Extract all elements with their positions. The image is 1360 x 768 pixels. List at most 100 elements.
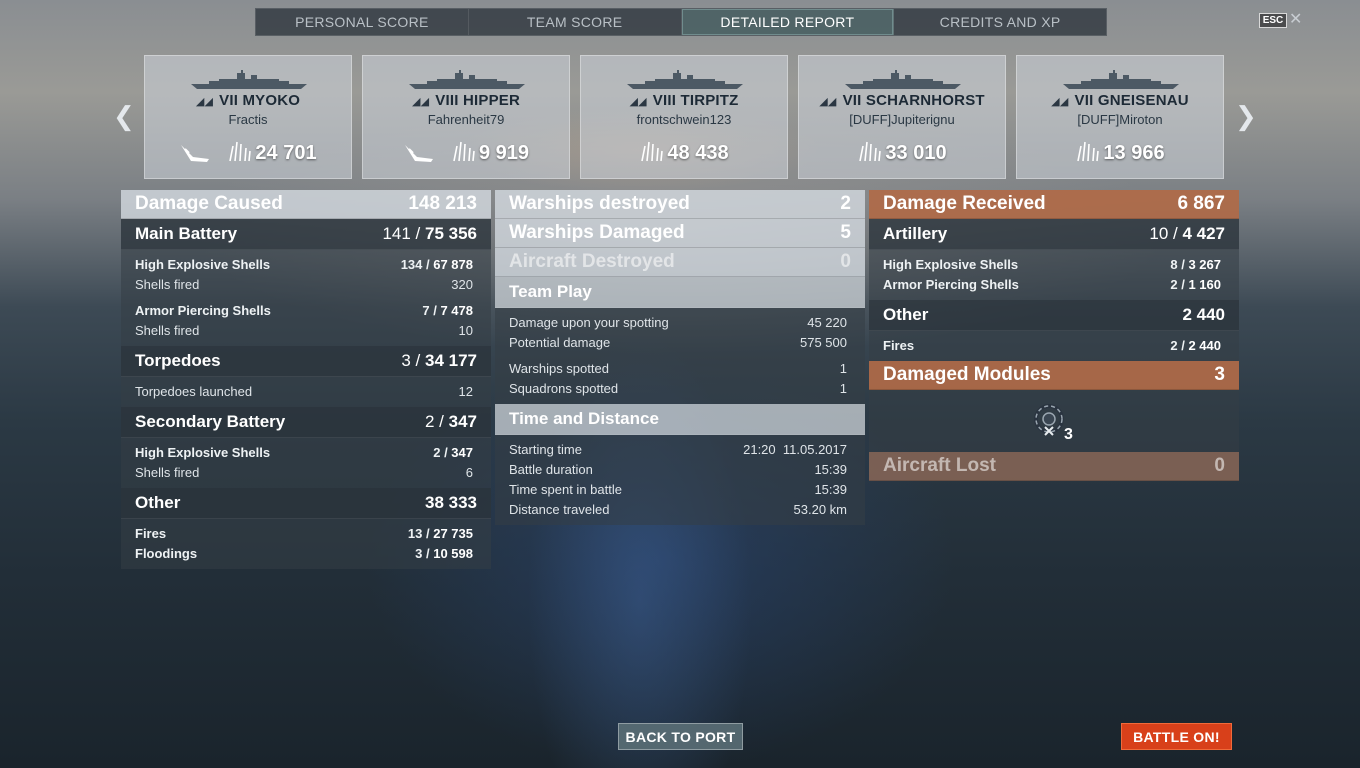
damage-received-header: Damage Received 6 867 <box>869 190 1239 219</box>
back-to-port-button[interactable]: BACK TO PORT <box>618 723 743 750</box>
damaged-modules-details: 3 <box>869 390 1239 452</box>
damage-icon <box>451 140 475 162</box>
combat-summary-panel: Warships destroyed 2 Warships Damaged 5 … <box>495 190 865 525</box>
player-name: [DUFF]Miroton <box>1077 112 1163 127</box>
main-battery-he-fired-row: Shells fired 320 <box>135 276 473 292</box>
secondary-battery-header: Secondary Battery 2 / 347 <box>121 407 491 438</box>
damage-icon <box>227 140 252 162</box>
damage-caused-value: 148 213 <box>408 193 477 214</box>
damage-icon <box>1075 140 1100 162</box>
chevron-right-icon[interactable]: ❯ <box>1235 103 1257 129</box>
tab-personal-score[interactable]: PERSONAL SCORE <box>256 9 469 35</box>
damage-caused-panel: Damage Caused 148 213 Main Battery 141 /… <box>121 190 491 569</box>
player-name: frontschwein123 <box>636 112 732 127</box>
time-in-battle-row: Time spent in battle 15:39 <box>509 481 847 497</box>
ship-class-icon: ◢◢ <box>629 96 647 108</box>
ship-damage: 13 966 <box>1017 140 1223 165</box>
aircraft-lost-row: Aircraft Lost 0 <box>869 452 1239 481</box>
main-battery-label: Main Battery <box>135 224 238 243</box>
squadrons-spotted-row: Squadrons spotted 1 <box>509 380 847 396</box>
received-he-row: High Explosive Shells 8 / 3 267 <box>883 256 1221 272</box>
damage-caused-header: Damage Caused 148 213 <box>121 190 491 219</box>
tab-detailed-report[interactable]: DETAILED REPORT <box>681 9 895 35</box>
damage-icon <box>857 140 882 162</box>
secondary-fired-row: Shells fired 6 <box>135 464 473 480</box>
received-other-header: Other 2 440 <box>869 300 1239 331</box>
ship-class-icon: ◢◢ <box>411 96 430 108</box>
secondary-he-row: High Explosive Shells 2 / 347 <box>135 444 473 460</box>
battle-on-button[interactable]: BATTLE ON! <box>1121 723 1232 750</box>
received-other-details: Fires 2 / 2 440 <box>869 331 1239 361</box>
player-name: Fractis <box>228 112 268 127</box>
warships-damaged-row: Warships Damaged 5 <box>495 219 865 248</box>
floodings-row: Floodings 3 / 10 598 <box>135 545 473 561</box>
ship-card[interactable]: ◢◢ VIII HIPPER Fahrenheit79 9 919 <box>362 55 570 179</box>
main-battery-ap-row: Armor Piercing Shells 7 / 7 478 <box>135 302 473 318</box>
ship-silhouette-icon <box>625 70 745 90</box>
ship-silhouette-icon <box>1061 70 1181 90</box>
time-distance-details: Starting time 21:20 11.05.2017 Battle du… <box>495 435 865 525</box>
distance-traveled-row: Distance traveled 53.20 km <box>509 501 847 517</box>
module-damaged-icon <box>1034 404 1064 436</box>
team-play-details: Damage upon your spotting 45 220 Potenti… <box>495 308 865 404</box>
ship-name: ◢◢ VII GNEISENAU <box>1051 92 1189 109</box>
ship-name: ◢◢ VII MYOKO <box>195 92 301 109</box>
ship-sunk-icon <box>403 141 435 163</box>
spotting-damage-row: Damage upon your spotting 45 220 <box>509 314 847 330</box>
battle-duration-row: Battle duration 15:39 <box>509 461 847 477</box>
torpedoes-header: Torpedoes 3 / 34 177 <box>121 346 491 377</box>
damage-icon <box>639 140 664 162</box>
ship-name: ◢◢ VIII TIRPITZ <box>629 92 739 109</box>
report-tabs: PERSONAL SCORE TEAM SCORE DETAILED REPOR… <box>255 8 1107 36</box>
player-name: [DUFF]Jupiterignu <box>849 112 955 127</box>
torpedoes-launched-row: Torpedoes launched 12 <box>135 383 473 399</box>
potential-damage-row: Potential damage 575 500 <box>509 334 847 350</box>
main-battery-value: 141 / 75 356 <box>382 224 477 243</box>
damage-received-panel: Damage Received 6 867 Artillery 10 / 4 4… <box>869 190 1239 481</box>
main-battery-ap-fired-row: Shells fired 10 <box>135 322 473 338</box>
aircraft-destroyed-row: Aircraft Destroyed 0 <box>495 248 865 277</box>
ship-damage: 24 701 <box>145 140 351 165</box>
main-battery-he-row: High Explosive Shells 134 / 67 878 <box>135 256 473 272</box>
main-battery-header: Main Battery 141 / 75 356 <box>121 219 491 250</box>
ship-card[interactable]: ◢◢ VII GNEISENAU [DUFF]Miroton 13 966 <box>1016 55 1224 179</box>
tab-credits-xp[interactable]: CREDITS AND XP <box>894 9 1106 35</box>
ship-card[interactable]: ◢◢ VIII TIRPITZ frontschwein123 48 438 <box>580 55 788 179</box>
tab-team-score[interactable]: TEAM SCORE <box>469 9 682 35</box>
artillery-header: Artillery 10 / 4 427 <box>869 219 1239 250</box>
player-name: Fahrenheit79 <box>427 112 505 127</box>
warships-destroyed-row: Warships destroyed 2 <box>495 190 865 219</box>
secondary-battery-details: High Explosive Shells 2 / 347 Shells fir… <box>121 438 491 488</box>
chevron-left-icon[interactable]: ❮ <box>113 103 135 129</box>
other-damage-header: Other 38 333 <box>121 488 491 519</box>
module-damaged-count: 3 <box>1064 426 1073 443</box>
ship-silhouette-icon <box>407 70 527 90</box>
team-play-header: Team Play <box>495 277 865 308</box>
ship-sunk-icon <box>179 141 211 163</box>
ship-damage: 9 919 <box>363 140 569 165</box>
artillery-details: High Explosive Shells 8 / 3 267 Armor Pi… <box>869 250 1239 300</box>
ship-damage: 33 010 <box>799 140 1005 165</box>
ship-class-icon: ◢◢ <box>819 96 837 108</box>
ship-damage: 48 438 <box>581 140 787 165</box>
ship-name: ◢◢ VIII HIPPER <box>411 92 521 109</box>
fires-row: Fires 13 / 27 735 <box>135 525 473 541</box>
ship-class-icon: ◢◢ <box>1051 96 1069 108</box>
ship-silhouette-icon <box>843 70 963 90</box>
ship-name: ◢◢ VII SCHARNHORST <box>819 92 985 109</box>
close-icon[interactable]: ✕ <box>1289 9 1302 29</box>
ship-card[interactable]: ◢◢ VII MYOKO Fractis 24 701 <box>144 55 352 179</box>
received-fires-row: Fires 2 / 2 440 <box>883 337 1221 353</box>
torpedoes-details: Torpedoes launched 12 <box>121 377 491 407</box>
ship-class-icon: ◢◢ <box>195 96 214 108</box>
warships-spotted-row: Warships spotted 1 <box>509 360 847 376</box>
ship-silhouette-icon <box>189 70 309 90</box>
damaged-modules-header: Damaged Modules 3 <box>869 361 1239 390</box>
other-damage-details: Fires 13 / 27 735 Floodings 3 / 10 598 <box>121 519 491 569</box>
damage-caused-label: Damage Caused <box>135 193 283 214</box>
ship-card[interactable]: ◢◢ VII SCHARNHORST [DUFF]Jupiterignu 33 010 <box>798 55 1006 179</box>
esc-key-hint: ESC <box>1259 13 1287 28</box>
main-battery-details: High Explosive Shells 134 / 67 878 Shell… <box>121 250 491 346</box>
starting-time-row: Starting time 21:20 11.05.2017 <box>509 441 847 457</box>
time-distance-header: Time and Distance <box>495 404 865 435</box>
